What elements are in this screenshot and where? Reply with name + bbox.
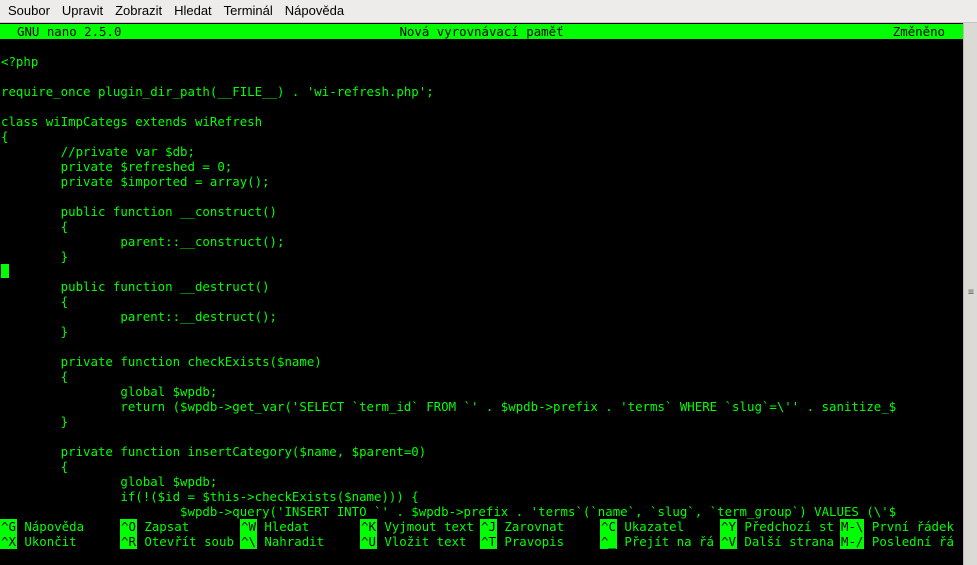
shortcut-label: Ukazatel (624, 519, 685, 534)
nano-modified-status: Změněno (892, 24, 945, 39)
shortcut-key: ^\ (240, 534, 257, 549)
menu-soubor[interactable]: Soubor (0, 0, 56, 22)
code-line: } (1, 249, 69, 264)
menu-terminal[interactable]: Terminál (218, 0, 279, 22)
menu-upravit[interactable]: Upravit (56, 0, 109, 22)
code-line: return ($wpdb->get_var('SELECT `term_id`… (1, 399, 897, 414)
code-line: global $wpdb; (1, 384, 218, 399)
scroll-grip-icon[interactable]: ≡ (967, 288, 975, 298)
menu-hledat[interactable]: Hledat (168, 0, 218, 22)
nano-buffer-name: Nová vyrovnávací paměť (399, 24, 564, 39)
shortcut-item: ^K Vyjmout text (360, 519, 480, 534)
menu-napoveda[interactable]: Nápověda (279, 0, 350, 22)
shortcut-label: Vyjmout text (384, 519, 474, 534)
shortcut-label: Hledat (264, 519, 310, 534)
nano-version: GNU nano 2.5.0 (17, 24, 122, 39)
shortcut-item: ^V Další strana (720, 534, 840, 549)
code-line: require_once plugin_dir_path(__FILE__) .… (1, 84, 434, 99)
code-line: private $refreshed = 0; (1, 159, 233, 174)
shortcut-label: Předchozí st (744, 519, 834, 534)
code-line: <?php (1, 54, 39, 69)
code-line: public function __construct() (1, 204, 278, 219)
shortcut-label: Pravopis (504, 534, 565, 549)
menu-zobrazit[interactable]: Zobrazit (109, 0, 168, 22)
code-line: { (1, 219, 69, 234)
code-line: { (1, 294, 69, 309)
code-line: { (1, 459, 69, 474)
shortcut-key: ^C (600, 519, 617, 534)
shortcut-item: M-/ Poslední řá (840, 534, 963, 549)
code-line: } (1, 324, 69, 339)
shortcut-label: Ukončit (24, 534, 77, 549)
menubar: Soubor Upravit Zobrazit Hledat Terminál … (0, 0, 977, 23)
shortcut-key: M-/ (840, 534, 865, 549)
shortcut-key: ^U (360, 534, 377, 549)
code-line: private function insertCategory($name, $… (1, 444, 427, 459)
code-line: class wiImpCategs extends wiRefresh (1, 114, 263, 129)
shortcut-key: ^_ (600, 534, 617, 549)
shortcut-label: Vložit text (384, 534, 467, 549)
code-line: { (1, 369, 69, 384)
shortcut-item: ^X Ukončit (0, 534, 120, 549)
terminal-area[interactable]: Nová vyrovnávací paměť GNU nano 2.5.0 Zm… (0, 23, 963, 565)
code-line: //private var $db; (1, 144, 195, 159)
shortcut-label: Nápověda (24, 519, 85, 534)
shortcut-label: Otevřít soub (144, 534, 234, 549)
code-line: { (1, 129, 9, 144)
shortcut-label: Nahradit (264, 534, 325, 549)
shortcut-label: První řádek (871, 519, 954, 534)
shortcut-item: ^\ Nahradit (240, 534, 360, 549)
shortcut-item: ^G Nápověda (0, 519, 120, 534)
shortcut-key: ^V (720, 534, 737, 549)
code-line: private function checkExists($name) (1, 354, 322, 369)
vertical-scrollbar[interactable]: ≡ (963, 23, 977, 565)
code-line: public function __destruct() (1, 279, 270, 294)
shortcut-item: ^T Pravopis (480, 534, 600, 549)
code-line: private $imported = array(); (1, 174, 270, 189)
shortcut-item: ^C Ukazatel (600, 519, 720, 534)
shortcut-key: ^J (480, 519, 497, 534)
code-line: global $wpdb; (1, 474, 218, 489)
shortcut-key: ^R (120, 534, 137, 549)
shortcut-key: ^Y (720, 519, 737, 534)
shortcut-label: Další strana (744, 534, 834, 549)
shortcut-key: ^K (360, 519, 377, 534)
shortcut-key: ^X (0, 534, 17, 549)
nano-titlebar: Nová vyrovnávací paměť GNU nano 2.5.0 Zm… (0, 24, 963, 39)
shortcut-item: ^R Otevřít soub (120, 534, 240, 549)
code-line: parent::__destruct(); (1, 309, 278, 324)
shortcut-label: Zapsat (144, 519, 190, 534)
code-line: if(!($id = $this->checkExists($name))) { (1, 489, 419, 504)
shortcut-item: M-\ První řádek (840, 519, 963, 534)
shortcut-label: Poslední řá (871, 534, 954, 549)
shortcut-key: M-\ (840, 519, 865, 534)
code-line: $wpdb->query('INSERT INTO `' . $wpdb->pr… (1, 504, 897, 519)
shortcut-item: ^W Hledat (240, 519, 360, 534)
shortcut-key: ^O (120, 519, 137, 534)
code-line: parent::__construct(); (1, 234, 285, 249)
shortcut-item: ^Y Předchozí st (720, 519, 840, 534)
code-line: } (1, 414, 69, 429)
shortcut-item: ^_ Přejít na řá (600, 534, 720, 549)
shortcut-key: ^T (480, 534, 497, 549)
shortcut-key: ^G (0, 519, 17, 534)
shortcut-item: ^O Zapsat (120, 519, 240, 534)
text-cursor (1, 264, 9, 278)
shortcut-item: ^J Zarovnat (480, 519, 600, 534)
shortcut-key: ^W (240, 519, 257, 534)
shortcut-item: ^U Vložit text (360, 534, 480, 549)
shortcut-label: Přejít na řá (624, 534, 714, 549)
shortcut-label: Zarovnat (504, 519, 565, 534)
